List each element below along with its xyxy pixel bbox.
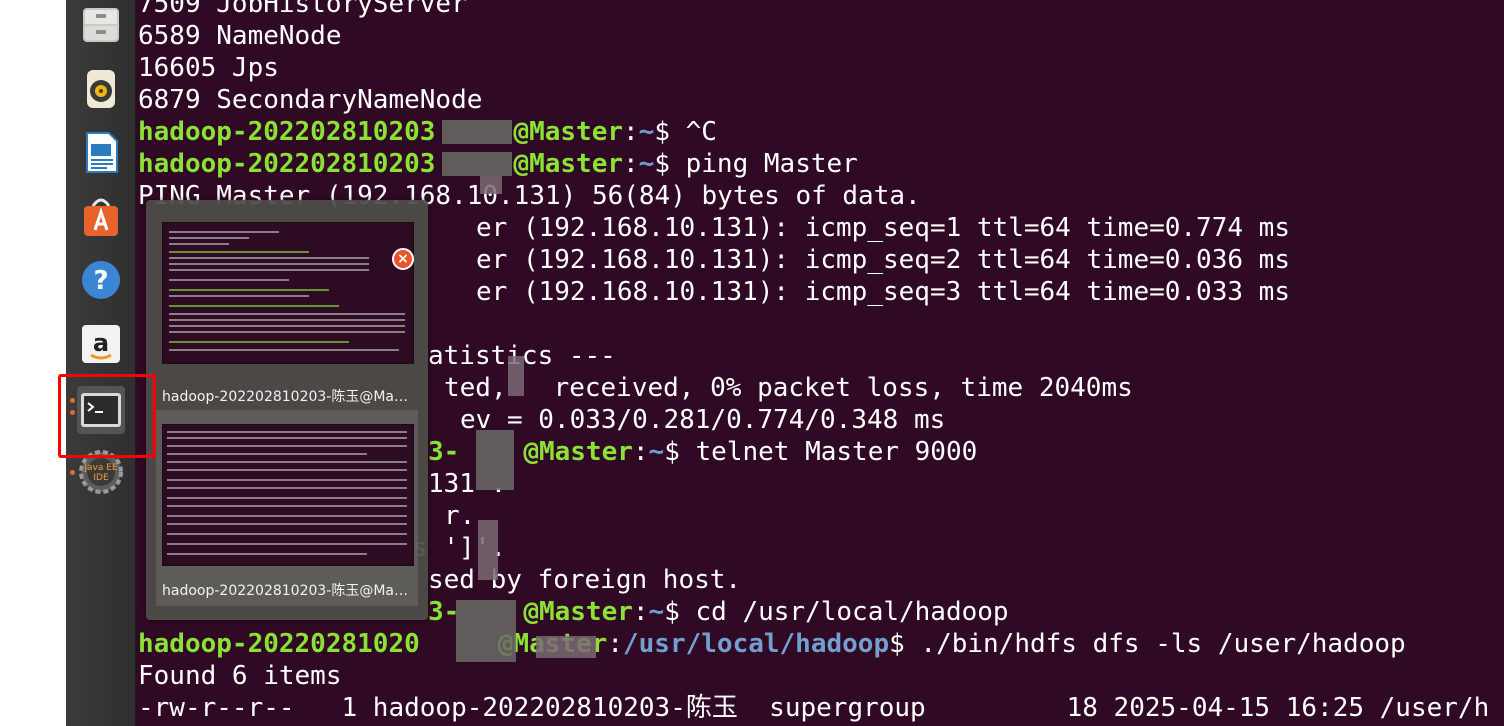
help-icon: ? xyxy=(82,261,120,299)
amazon-icon: a xyxy=(82,325,120,363)
terminal-line: 6879 SecondaryNameNode xyxy=(138,85,483,115)
help-launcher-item[interactable]: ? xyxy=(77,256,125,304)
launcher: ? a Java EE IDE xyxy=(66,0,136,726)
window-preview xyxy=(162,222,414,364)
prompt-user: 3- xyxy=(428,597,460,627)
window-title: hadoop-202202810203-陈玉@Mast... xyxy=(162,389,414,405)
terminal-line: sed by foreign host. xyxy=(428,565,742,595)
prompt-user: hadoop-20220281020 xyxy=(138,629,420,659)
prompt-path: ~ xyxy=(638,117,655,147)
redaction-mosaic xyxy=(480,176,502,194)
files-launcher-item[interactable] xyxy=(77,0,125,48)
prompt-command: $ ^C xyxy=(654,117,717,147)
redaction-mosaic xyxy=(536,636,596,658)
terminal-line: ted, received, 0% packet loss, time 2040… xyxy=(444,373,1133,403)
redaction-mosaic xyxy=(476,430,514,490)
svg-text:IDE: IDE xyxy=(93,473,109,483)
window-title: hadoop-202202810203-陈玉@Mast... xyxy=(162,583,414,599)
prompt-host: @Master xyxy=(523,597,633,627)
terminal-line: -rw-r--r-- 1 hadoop-202202810203-陈玉 supe… xyxy=(138,693,1490,723)
terminal-line: ev = 0.033/0.281/0.774/0.348 ms xyxy=(460,405,946,435)
svg-text:?: ? xyxy=(93,266,108,296)
prompt-path: /usr/local/hadoop xyxy=(623,629,890,659)
terminal-line: 7509 JobHistoryServer xyxy=(138,0,467,19)
terminal-line: 16605 Jps xyxy=(138,53,279,83)
redaction-mosaic xyxy=(508,356,524,396)
prompt-host: @Master xyxy=(523,437,633,467)
window-thumbnail[interactable]: × hadoop-202202810203-陈玉@Mast... xyxy=(156,216,418,412)
prompt-path: ~ xyxy=(648,437,665,467)
redaction-mosaic xyxy=(478,520,498,580)
prompt-user: 3- xyxy=(428,437,460,467)
terminal-line: er (192.168.10.131): icmp_seq=3 ttl=64 t… xyxy=(476,277,1290,307)
rhythmbox-icon xyxy=(87,70,115,108)
eclipse-java-ee-icon: Java EE IDE xyxy=(79,450,123,494)
prompt-line: hadoop-202202810203 @Master:~$ ^C xyxy=(138,117,717,147)
running-indicator xyxy=(70,398,75,403)
prompt-command: $ ./bin/hdfs dfs -ls /user/hadoop xyxy=(889,629,1406,659)
window-switcher-popup: × hadoop-202202810203-陈玉@Mast... hadoop-… xyxy=(146,200,428,620)
running-indicator xyxy=(70,470,75,475)
terminal-icon xyxy=(81,393,121,427)
prompt-line: hadoop-20220281020@Master:/usr/local/had… xyxy=(138,629,1406,659)
terminal-line: Found 6 items xyxy=(138,661,342,691)
redaction-mosaic xyxy=(442,152,512,176)
terminal-line: r. xyxy=(444,501,476,531)
files-icon xyxy=(83,8,119,42)
writer-launcher-item[interactable] xyxy=(77,128,125,176)
terminal-line: er (192.168.10.131): icmp_seq=1 ttl=64 t… xyxy=(476,213,1290,243)
terminal-launcher-item[interactable] xyxy=(77,386,125,434)
prompt-host: @Master xyxy=(513,117,623,147)
prompt-user: hadoop-202202810203 xyxy=(138,149,436,179)
screen-margin xyxy=(0,0,66,726)
amazon-launcher-item[interactable]: a xyxy=(77,320,125,368)
terminal-line: er (192.168.10.131): icmp_seq=2 ttl=64 t… xyxy=(476,245,1290,275)
libreoffice-writer-icon xyxy=(86,132,118,173)
prompt-user: hadoop-202202810203 xyxy=(138,117,436,147)
prompt-host: @Master xyxy=(513,149,623,179)
software-center-launcher-item[interactable] xyxy=(77,192,125,240)
redaction-mosaic xyxy=(442,120,512,144)
window-thumbnail[interactable]: hadoop-202202810203-陈玉@Mast... xyxy=(156,410,418,606)
eclipse-label: Java EE xyxy=(83,463,118,473)
eclipse-launcher-item[interactable]: Java EE IDE xyxy=(77,448,125,496)
terminal-line: 6589 NameNode xyxy=(138,21,342,51)
software-center-icon xyxy=(84,198,118,236)
window-preview xyxy=(162,424,414,566)
close-window-button[interactable]: × xyxy=(392,248,414,270)
rhythmbox-launcher-item[interactable] xyxy=(77,64,125,112)
prompt-command: $ telnet Master 9000 xyxy=(664,437,978,467)
prompt-path: ~ xyxy=(648,597,665,627)
redaction-mosaic xyxy=(456,600,516,662)
prompt-command: $ cd /usr/local/hadoop xyxy=(664,597,1009,627)
prompt-path: ~ xyxy=(638,149,655,179)
running-indicator xyxy=(70,410,75,415)
prompt-command: $ ping Master xyxy=(654,149,858,179)
svg-text:a: a xyxy=(93,329,109,357)
